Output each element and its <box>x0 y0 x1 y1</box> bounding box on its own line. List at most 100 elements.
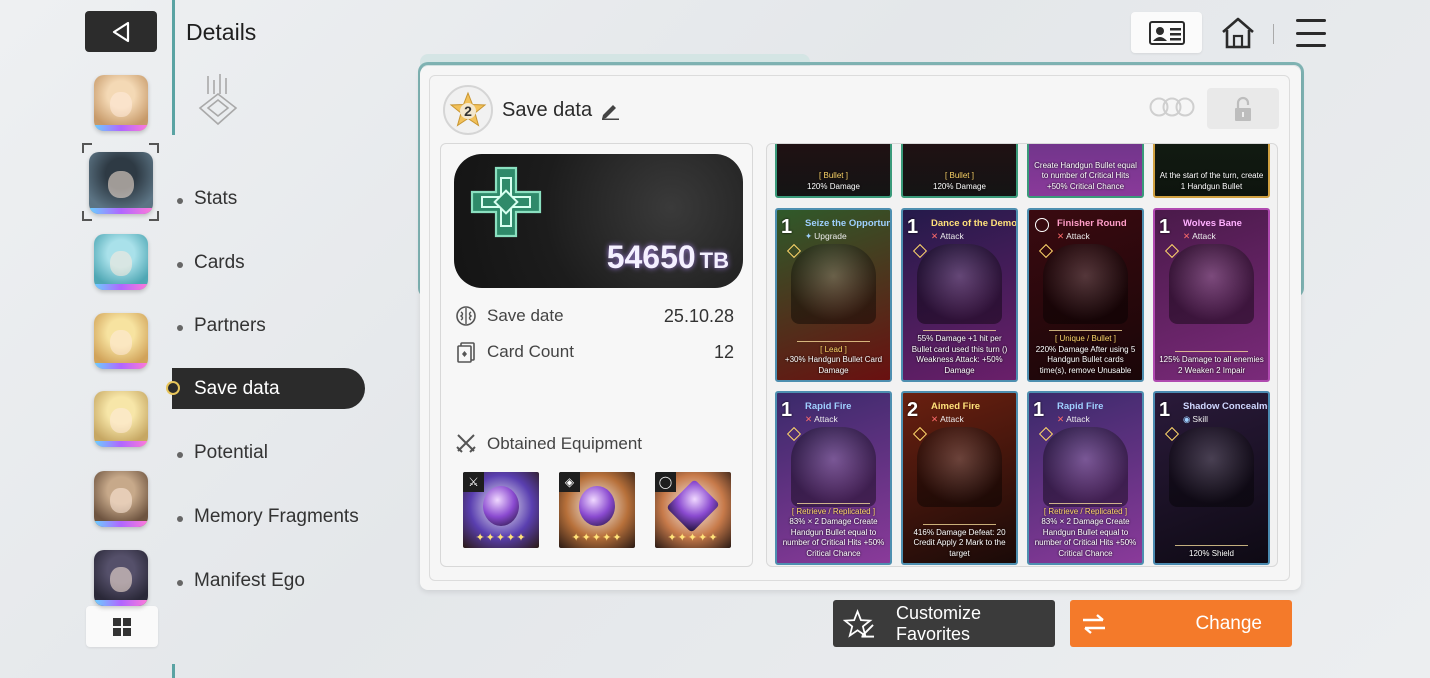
home-icon <box>1222 17 1254 49</box>
card-description: [ Bullet ] 120% Damage <box>781 171 886 192</box>
card-shadow-concealment[interactable]: 1 Shadow Concealment ◉Skill 120% Shield <box>1153 391 1270 565</box>
card-type-x-icon: ✕ <box>931 414 939 424</box>
card-type: ✕ Attack <box>1057 231 1090 242</box>
card-separator <box>1175 351 1248 352</box>
card-description: 120% Shield <box>1159 544 1264 560</box>
character-portrait-1[interactable] <box>94 75 148 131</box>
star-edit-icon <box>843 608 875 638</box>
card-text: 120% Damage <box>807 181 860 191</box>
character-portrait-4[interactable] <box>94 313 148 369</box>
rank-number: 2 <box>464 103 472 119</box>
card-type: ✕ Attack <box>1183 231 1216 242</box>
nav-bullet <box>177 325 183 331</box>
card-separator <box>923 523 996 525</box>
card-rapid-fire[interactable]: 1 Rapid Fire ✕ Attack [ Retrieve / Replicate… <box>1027 391 1144 565</box>
equipment-stars: ✦✦✦✦✦ <box>667 532 719 544</box>
card-cost: 1 <box>781 399 793 421</box>
data-drive-card: 54650 TB <box>454 154 743 288</box>
customize-favorites-button[interactable]: Customize Favorites <box>833 600 1055 647</box>
card-separator <box>923 330 996 331</box>
card-top-2[interactable]: [ Bullet ] 120% Damage <box>901 144 1018 198</box>
equipment-ring[interactable]: ◯ ✦✦✦✦✦ <box>655 472 731 548</box>
card-grid: [ Bullet ] 120% Damage[ Bullet ] 120% Dama… <box>766 143 1278 567</box>
card-tag: [ Bullet ] <box>819 171 848 180</box>
card-text: 125% Damage to all enemies 2 Weaken 2 Im… <box>1159 355 1264 375</box>
hamburger-menu-icon <box>1296 19 1326 22</box>
card-rapid-fire[interactable]: 1 Rapid Fire ✕ Attack [ Retrieve / Replicate… <box>775 391 892 565</box>
card-art <box>1043 427 1128 507</box>
back-button[interactable] <box>85 11 157 52</box>
card-name: Aimed Fire <box>931 401 981 412</box>
character-portrait-3[interactable] <box>94 234 148 290</box>
rings-icon <box>1149 97 1195 117</box>
nav-item-save-data[interactable]: Save data <box>166 368 365 409</box>
card-text: 55% Damage +1 hit per Bullet card used t… <box>911 334 1008 375</box>
card-cost: 1 <box>1033 399 1045 421</box>
card-finisher-round[interactable]: Finisher Round ✕ Attack [ Unique / Bullet ]… <box>1027 208 1144 382</box>
swap-arrows-icon <box>1083 613 1105 634</box>
hamburger-line <box>1296 31 1326 35</box>
character-portrait-6[interactable] <box>94 471 148 527</box>
nav-item-manifest-ego[interactable]: Manifest Ego <box>194 570 305 592</box>
storage-amount: 54650 TB <box>607 239 729 276</box>
nav-bullet <box>177 452 183 458</box>
card-type-label: Attack <box>1066 231 1090 241</box>
card-top-3[interactable]: Create Handgun Bullet equal to number of… <box>1027 144 1144 198</box>
id-card-icon <box>1148 20 1185 45</box>
character-portrait-2[interactable] <box>89 152 153 214</box>
nav-item-cards[interactable]: Cards <box>194 252 245 274</box>
lock-button[interactable] <box>1207 88 1279 129</box>
card-type-upgrade-icon: ✦ <box>805 231 813 241</box>
nav-item-memory-fragments[interactable]: Memory Fragments <box>194 506 359 528</box>
card-description: Create Handgun Bullet equal to number of… <box>1033 161 1138 193</box>
nav-bullet <box>177 262 183 268</box>
character-portrait-7[interactable] <box>94 550 148 606</box>
save-title: Save data <box>502 99 593 121</box>
card-type-x-icon: ✕ <box>931 231 939 241</box>
card-name: Dance of the Demon <box>931 218 1018 229</box>
card-type-label: Attack <box>814 414 838 424</box>
equipment-stars: ✦✦✦✦✦ <box>475 532 527 544</box>
pencil-edit-icon[interactable] <box>600 100 620 120</box>
page-title: Details <box>186 19 257 45</box>
card-description: [ Retrieve / Replicated ] 83% × 2 Damage … <box>781 502 886 560</box>
equipment-armor[interactable]: ◈ ✦✦✦✦✦ <box>559 472 635 548</box>
crossed-swords-icon <box>456 434 476 453</box>
card-art <box>1169 244 1254 324</box>
weapon-item-art <box>483 486 519 526</box>
card-separator <box>1049 502 1122 504</box>
profile-button[interactable] <box>1131 12 1202 53</box>
card-count-label: Card Count <box>487 342 574 361</box>
card-separator <box>1175 544 1248 546</box>
card-description: [ Lead ] +30% Handgun Bullet Card Damage <box>781 340 886 377</box>
card-separator <box>797 340 870 342</box>
customize-favorites-label: Customize Favorites <box>895 602 981 644</box>
nav-item-stats[interactable]: Stats <box>194 188 237 210</box>
nav-item-partners[interactable]: Partners <box>194 315 266 337</box>
card-dance-of-the-demon[interactable]: 1 Dance of the Demon ✕ Attack 55% Damage +1 … <box>901 208 1018 382</box>
nav-item-potential[interactable]: Potential <box>194 442 268 464</box>
card-top-1[interactable]: [ Bullet ] 120% Damage <box>775 144 892 198</box>
card-aimed-fire[interactable]: 2 Aimed Fire ✕ Attack 416% Damage Defeat: 20… <box>901 391 1018 565</box>
card-seize-the-opportunity[interactable]: 1 Seize the Opportunity ✦Upgrade [ Lead ]+3… <box>775 208 892 382</box>
card-type-label: Attack <box>940 231 964 241</box>
back-triangle-icon <box>112 21 130 42</box>
change-button[interactable]: Change <box>1070 600 1292 647</box>
equipment-weapon[interactable]: ⚔ ✦✦✦✦✦ <box>463 472 539 548</box>
accent-line-bottom <box>172 664 175 678</box>
character-grid-button[interactable] <box>86 606 158 647</box>
grid-icon <box>113 617 131 636</box>
card-description: [ Bullet ] 120% Damage <box>907 171 1012 192</box>
card-wolves-bane[interactable]: 1 Wolves Bane ✕ Attack 125% Damage to all en… <box>1153 208 1270 382</box>
card-art <box>791 427 876 507</box>
rank-star-icon: 2 <box>449 91 487 127</box>
card-type-label: Attack <box>1192 231 1216 241</box>
portrait-face <box>110 566 132 592</box>
character-portrait-5[interactable] <box>94 391 148 447</box>
card-name: Shadow Concealment <box>1183 401 1268 412</box>
card-type: ✕ Attack <box>931 414 964 425</box>
home-button[interactable] <box>1218 14 1258 52</box>
card-top-4[interactable]: At the start of the turn, create 1 Handg… <box>1153 144 1270 198</box>
menu-button[interactable] <box>1293 16 1329 50</box>
card-text: 120% Damage <box>933 181 986 191</box>
